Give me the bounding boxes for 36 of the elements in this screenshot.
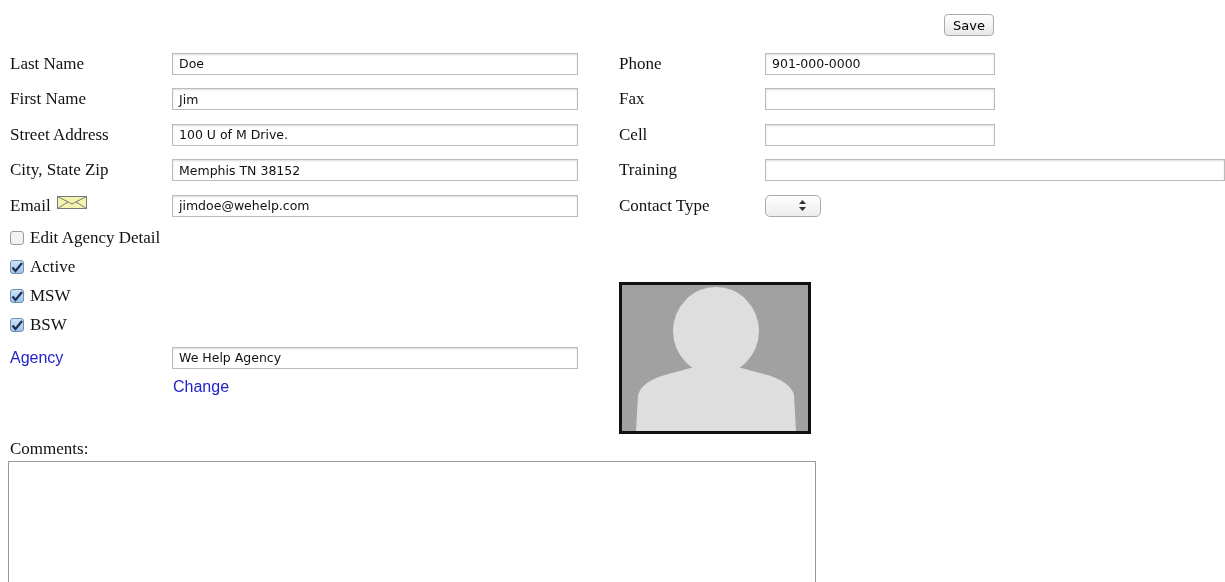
input-field[interactable]: Doe bbox=[172, 52, 578, 75]
input-field[interactable]: jimdoe@wehelp.com bbox=[172, 194, 578, 217]
checkbox-label: Active bbox=[30, 257, 76, 277]
checkbox-label: Edit Agency Detail bbox=[30, 228, 161, 248]
save-button[interactable]: Save bbox=[944, 14, 994, 36]
field-label: First Name bbox=[10, 89, 87, 110]
updown-arrows-icon bbox=[799, 200, 806, 212]
agency-link[interactable]: Agency bbox=[10, 348, 172, 367]
envelope-icon bbox=[56, 195, 87, 209]
checkbox[interactable] bbox=[10, 231, 24, 245]
input-field[interactable]: 901-000-0000 bbox=[765, 52, 995, 75]
field-label: Phone bbox=[619, 53, 662, 74]
comments-label: Comments: bbox=[10, 439, 90, 460]
field-label: Contact Type bbox=[619, 195, 710, 216]
checkbox[interactable] bbox=[10, 289, 24, 303]
checkbox[interactable] bbox=[10, 318, 24, 332]
input-field[interactable]: Memphis TN 38152 bbox=[172, 159, 578, 182]
comments-field[interactable] bbox=[8, 461, 816, 582]
checkbox-label: MSW bbox=[30, 286, 71, 306]
field-label: Email bbox=[10, 195, 51, 216]
input-field[interactable] bbox=[765, 159, 1225, 182]
input-field[interactable]: We Help Agency bbox=[172, 346, 578, 369]
field-label: Street Address bbox=[10, 124, 109, 145]
contact-type-select[interactable] bbox=[765, 194, 821, 217]
input-field[interactable]: Jim bbox=[172, 88, 578, 111]
field-label: Last Name bbox=[10, 53, 85, 74]
input-field[interactable] bbox=[765, 123, 995, 146]
field-label: Training bbox=[619, 160, 677, 181]
field-label: City, State Zip bbox=[10, 160, 109, 181]
checkbox[interactable] bbox=[10, 260, 24, 274]
change-link[interactable]: Change bbox=[173, 377, 230, 396]
field-label: Fax bbox=[619, 89, 645, 110]
checkbox-label: BSW bbox=[30, 315, 67, 335]
field-label: Cell bbox=[619, 124, 648, 145]
input-field[interactable] bbox=[765, 88, 995, 111]
input-field[interactable]: 100 U of M Drive. bbox=[172, 123, 578, 146]
